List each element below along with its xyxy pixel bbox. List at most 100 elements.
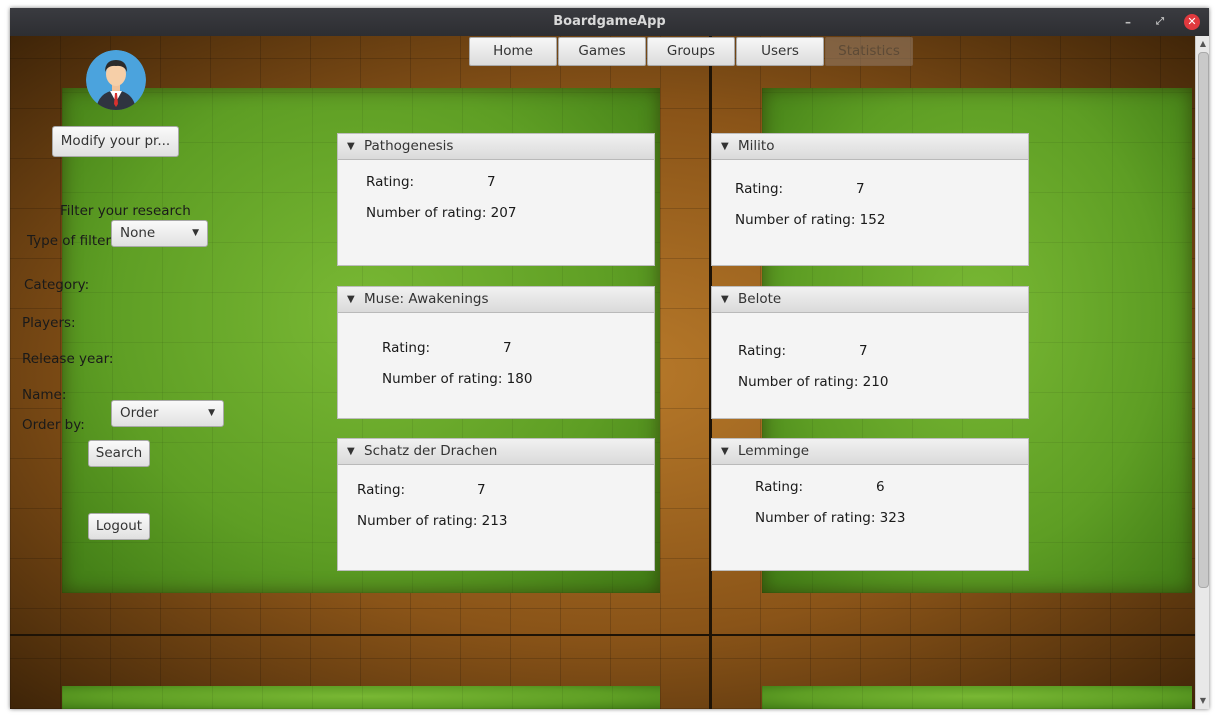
rating-label: Rating: xyxy=(735,181,784,197)
scroll-up-icon[interactable]: ▲ xyxy=(1196,38,1209,50)
nav-groups-button[interactable]: Groups xyxy=(647,37,735,66)
card-body: Rating: 7 Number of rating: 213 xyxy=(338,465,654,570)
triangle-down-icon: ▼ xyxy=(347,446,355,457)
card-header[interactable]: ▼ Muse: Awakenings xyxy=(338,287,654,313)
card-header[interactable]: ▼ Lemminge xyxy=(712,439,1028,465)
order-by-select[interactable]: Order ▼ xyxy=(111,400,224,427)
triangle-down-icon: ▼ xyxy=(347,294,355,305)
nav-users-button[interactable]: Users xyxy=(736,37,824,66)
board-divider-horizontal xyxy=(10,634,1195,636)
rating-value: 6 xyxy=(876,479,885,495)
card-header[interactable]: ▼ Milito xyxy=(712,134,1028,160)
game-card: ▼ Pathogenesis Rating: 7 Number of rating… xyxy=(337,133,655,266)
game-card: ▼ Milito Rating: 7 Number of rating: 152 xyxy=(711,133,1029,266)
count-label: Number of rating: xyxy=(738,374,859,390)
count-row: Number of rating: 213 xyxy=(357,513,507,529)
order-by-label: Order by: xyxy=(22,417,85,433)
count-value: 152 xyxy=(859,212,886,228)
card-body: Rating: 6 Number of rating: 323 xyxy=(712,465,1028,570)
search-button[interactable]: Search xyxy=(88,440,150,467)
scroll-down-icon[interactable]: ▼ xyxy=(1196,695,1209,707)
card-header[interactable]: ▼ Schatz der Drachen xyxy=(338,439,654,465)
count-value: 210 xyxy=(862,374,889,390)
rating-label: Rating: xyxy=(382,340,431,356)
card-body: Rating: 7 Number of rating: 207 xyxy=(338,160,654,265)
count-row: Number of rating: 180 xyxy=(382,371,532,387)
card-title: Pathogenesis xyxy=(364,138,454,154)
type-of-filter-select[interactable]: None ▼ xyxy=(111,220,208,247)
name-label: Name: xyxy=(22,387,67,403)
card-body: Rating: 7 Number of rating: 210 xyxy=(712,313,1028,418)
app-window: BoardgameApp – ⤢ ✕ Home Games Groups Use… xyxy=(10,8,1209,709)
user-avatar-icon[interactable] xyxy=(86,50,146,110)
count-label: Number of rating: xyxy=(382,371,503,387)
vertical-scrollbar[interactable]: ▲ ▼ xyxy=(1195,36,1209,709)
triangle-down-icon: ▼ xyxy=(721,446,729,457)
card-title: Schatz der Drachen xyxy=(364,443,498,459)
count-row: Number of rating: 210 xyxy=(738,374,888,390)
rating-row: Rating: 7 xyxy=(738,343,868,359)
release-year-label: Release year: xyxy=(22,351,114,367)
card-title: Lemminge xyxy=(738,443,810,459)
rating-row: Rating: 6 xyxy=(755,479,885,495)
card-title: Muse: Awakenings xyxy=(364,291,489,307)
top-nav: Home Games Groups Users Statistics xyxy=(469,37,914,66)
rating-value: 7 xyxy=(859,343,868,359)
board-strip-right xyxy=(762,686,1192,709)
count-value: 207 xyxy=(490,205,517,221)
game-card: ▼ Schatz der Drachen Rating: 7 Number of … xyxy=(337,438,655,571)
rating-row: Rating: 7 xyxy=(735,181,865,197)
card-header[interactable]: ▼ Belote xyxy=(712,287,1028,313)
triangle-down-icon: ▼ xyxy=(347,141,355,152)
chevron-down-icon: ▼ xyxy=(208,408,215,418)
count-row: Number of rating: 323 xyxy=(755,510,905,526)
filter-title: Filter your research xyxy=(60,203,191,219)
card-body: Rating: 7 Number of rating: 152 xyxy=(712,160,1028,265)
main-content: Home Games Groups Users Statistics Modif… xyxy=(10,36,1209,709)
triangle-down-icon: ▼ xyxy=(721,294,729,305)
count-row: Number of rating: 207 xyxy=(366,205,516,221)
card-title: Belote xyxy=(738,291,782,307)
count-value: 323 xyxy=(879,510,906,526)
count-value: 180 xyxy=(506,371,533,387)
card-title: Milito xyxy=(738,138,775,154)
type-of-filter-label: Type of filter xyxy=(27,233,112,249)
type-of-filter-value: None xyxy=(120,225,156,241)
rating-value: 7 xyxy=(477,482,486,498)
rating-row: Rating: 7 xyxy=(366,174,496,190)
triangle-down-icon: ▼ xyxy=(721,141,729,152)
category-label: Category: xyxy=(24,277,90,293)
players-label: Players: xyxy=(22,315,76,331)
close-icon[interactable]: ✕ xyxy=(1184,14,1200,30)
nav-home-button[interactable]: Home xyxy=(469,37,557,66)
rating-value: 7 xyxy=(487,174,496,190)
count-label: Number of rating: xyxy=(755,510,876,526)
count-value: 213 xyxy=(481,513,508,529)
count-label: Number of rating: xyxy=(366,205,487,221)
board-strip-left xyxy=(62,686,660,709)
game-card: ▼ Muse: Awakenings Rating: 7 Number of ra… xyxy=(337,286,655,419)
rating-label: Rating: xyxy=(755,479,804,495)
count-label: Number of rating: xyxy=(357,513,478,529)
rating-value: 7 xyxy=(856,181,865,197)
game-card: ▼ Lemminge Rating: 6 Number of rating: 32… xyxy=(711,438,1029,571)
nav-statistics-button[interactable]: Statistics xyxy=(825,37,913,66)
nav-games-button[interactable]: Games xyxy=(558,37,646,66)
modify-profile-button[interactable]: Modify your pr... xyxy=(52,126,179,157)
count-label: Number of rating: xyxy=(735,212,856,228)
scroll-thumb[interactable] xyxy=(1198,52,1209,588)
rating-value: 7 xyxy=(503,340,512,356)
chevron-down-icon: ▼ xyxy=(192,228,199,238)
rating-label: Rating: xyxy=(738,343,787,359)
game-card: ▼ Belote Rating: 7 Number of rating: 210 xyxy=(711,286,1029,419)
minimize-icon[interactable]: – xyxy=(1120,14,1136,30)
rating-row: Rating: 7 xyxy=(382,340,512,356)
card-header[interactable]: ▼ Pathogenesis xyxy=(338,134,654,160)
card-body: Rating: 7 Number of rating: 180 xyxy=(338,313,654,418)
order-by-value: Order xyxy=(120,405,159,421)
maximize-icon[interactable]: ⤢ xyxy=(1152,14,1168,30)
window-title: BoardgameApp xyxy=(553,14,666,29)
rating-label: Rating: xyxy=(357,482,406,498)
title-bar: BoardgameApp – ⤢ ✕ xyxy=(10,8,1209,36)
logout-button[interactable]: Logout xyxy=(88,513,150,540)
